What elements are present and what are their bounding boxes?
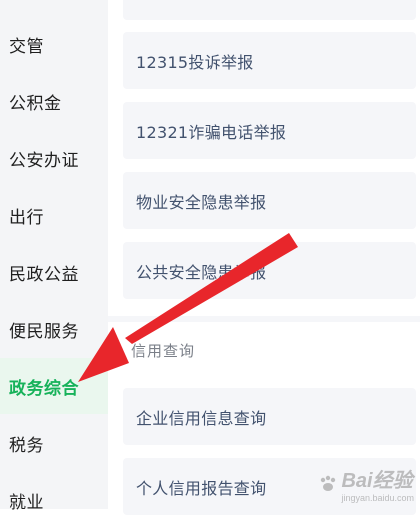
sidebar-item-tax[interactable]: 税务 xyxy=(0,415,108,471)
sidebar-item-label: 便民服务 xyxy=(9,321,79,342)
service-card-partial[interactable] xyxy=(123,0,416,20)
service-card-label: 12315投诉举报 xyxy=(136,52,254,72)
service-card-label: 公共安全隐患举报 xyxy=(136,262,267,282)
sidebar-item-label: 税务 xyxy=(9,435,44,456)
section-title-credit: 信用查询 xyxy=(131,342,196,360)
sidebar-item-housing-fund[interactable]: 公积金 xyxy=(0,73,108,129)
sidebar-item-civil-affairs[interactable]: 民政公益 xyxy=(0,244,108,300)
baidu-watermark: Bai经验 jingyan.baidu.com xyxy=(318,464,414,503)
sidebar-item-employment[interactable]: 就业 xyxy=(0,472,108,528)
service-card-12321-fraud-call-report[interactable]: 12321诈骗电话举报 xyxy=(123,102,416,159)
sidebar-item-label: 公积金 xyxy=(9,93,62,114)
category-sidebar: 交管 公积金 公安办证 出行 民政公益 便民服务 政务综合 税务 就业 xyxy=(0,0,108,513)
service-card-enterprise-credit[interactable]: 企业信用信息查询 xyxy=(123,388,416,445)
service-card-label: 个人信用报告查询 xyxy=(136,478,267,498)
service-list: 12315投诉举报 12321诈骗电话举报 物业安全隐患举报 公共安全隐患举报 … xyxy=(108,0,420,515)
service-card-public-hazard-report[interactable]: 公共安全隐患举报 xyxy=(123,242,416,299)
sidebar-item-label: 交管 xyxy=(9,36,44,57)
sidebar-item-government-general[interactable]: 政务综合 xyxy=(0,358,108,414)
sidebar-item-label: 公安办证 xyxy=(9,150,79,171)
sidebar-item-traffic[interactable]: 交管 xyxy=(0,16,108,72)
sidebar-item-travel[interactable]: 出行 xyxy=(0,187,108,243)
service-card-12315-report[interactable]: 12315投诉举报 xyxy=(123,32,416,89)
sidebar-item-label: 民政公益 xyxy=(9,264,79,285)
paw-icon xyxy=(321,475,336,491)
watermark-text: Bai经验 xyxy=(341,470,413,492)
section-divider xyxy=(108,316,420,322)
service-card-label: 企业信用信息查询 xyxy=(136,408,267,428)
service-card-property-hazard-report[interactable]: 物业安全隐患举报 xyxy=(123,172,416,229)
sidebar-item-label: 政务综合 xyxy=(9,378,79,399)
watermark-subtext: jingyan.baidu.com xyxy=(341,493,414,503)
service-card-label: 12321诈骗电话举报 xyxy=(136,122,287,142)
sidebar-item-convenience[interactable]: 便民服务 xyxy=(0,301,108,357)
sidebar-item-public-security[interactable]: 公安办证 xyxy=(0,130,108,186)
service-card-label: 物业安全隐患举报 xyxy=(136,192,267,212)
sidebar-item-label: 出行 xyxy=(9,207,44,228)
